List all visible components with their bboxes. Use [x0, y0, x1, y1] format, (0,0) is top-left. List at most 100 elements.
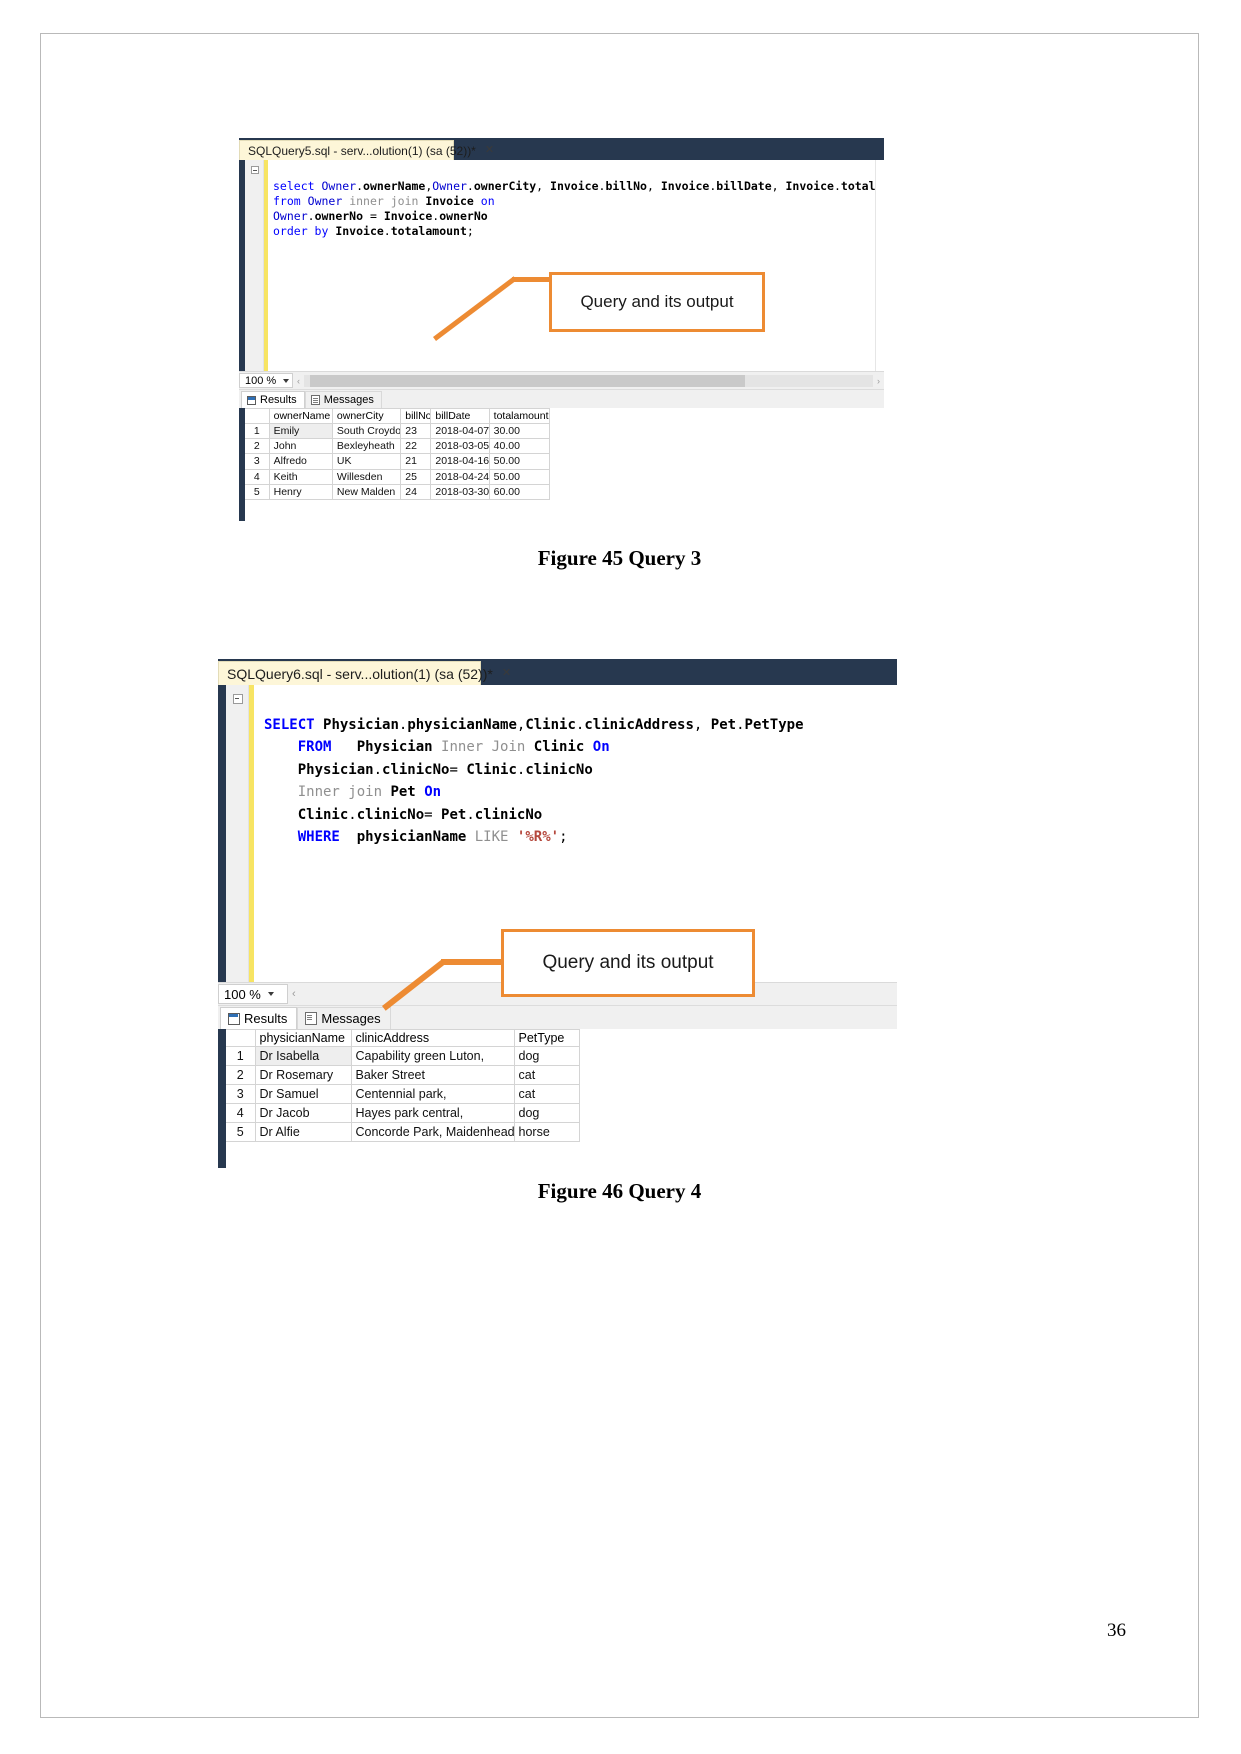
- chevron-down-icon[interactable]: [267, 992, 274, 996]
- editor-tab-sqlquery5[interactable]: SQLQuery5.sql - serv...olution(1) (sa (5…: [239, 140, 494, 160]
- horizontal-scrollbar-thumb[interactable]: [310, 374, 745, 387]
- cell-ownername[interactable]: Henry: [268, 483, 333, 501]
- table-row[interactable]: 4 Keith Willesden 25 2018-04-24 50.00: [245, 468, 551, 485]
- cell-billdate[interactable]: 2018-03-05: [430, 438, 490, 455]
- close-icon[interactable]: ✕: [485, 145, 494, 156]
- grid-col-billdate[interactable]: billDate: [430, 408, 490, 424]
- table-row[interactable]: 1 Emily South Croydon 23 2018-04-07 30.0…: [245, 422, 551, 440]
- cell-totalamount[interactable]: 50.00: [488, 468, 551, 485]
- cell-clinicaddress[interactable]: Hayes park central,: [350, 1103, 515, 1123]
- callout-box-query3: Query and its output: [549, 272, 765, 332]
- editor-tab-sqlquery6[interactable]: SQLQuery6.sql - serv...olution(1) (sa (5…: [218, 661, 511, 685]
- figure-45-caption: Figure 45 Query 3: [41, 546, 1198, 571]
- zoom-level-dropdown[interactable]: 100 %: [239, 373, 293, 388]
- cell-ownername[interactable]: Keith: [268, 468, 333, 485]
- cell-billno[interactable]: 22: [400, 438, 432, 455]
- grid-col-physicianname[interactable]: physicianName: [254, 1029, 352, 1047]
- cell-clinicaddress[interactable]: Capability green Luton,: [350, 1046, 515, 1066]
- grid-col-ownercity[interactable]: ownerCity: [331, 408, 402, 424]
- cell-ownercity[interactable]: South Croydon: [331, 422, 402, 440]
- cell-totalamount[interactable]: 60.00: [488, 483, 551, 501]
- results-left-margin: [218, 1029, 226, 1142]
- callout-leader-line-query4-b: [441, 959, 503, 965]
- scroll-right-icon[interactable]: ›: [873, 376, 884, 386]
- cell-billno[interactable]: 21: [400, 453, 432, 470]
- editor-status-strip: 100 % ‹ ›: [239, 371, 884, 389]
- collapse-outline-icon[interactable]: [251, 166, 259, 174]
- table-row[interactable]: 5 Henry New Malden 24 2018-03-30 60.00: [245, 483, 551, 501]
- tab-results[interactable]: Results: [241, 391, 305, 408]
- tab-messages[interactable]: Messages: [304, 391, 382, 408]
- editor-gutter: [226, 685, 249, 982]
- cell-physicianname[interactable]: Dr Samuel: [254, 1084, 352, 1104]
- cell-ownername[interactable]: Alfredo: [268, 453, 333, 470]
- grid-col-pettype[interactable]: PetType: [513, 1029, 580, 1047]
- collapse-outline-icon[interactable]: [233, 694, 243, 704]
- cell-pettype[interactable]: dog: [513, 1103, 580, 1123]
- cell-ownercity[interactable]: UK: [331, 453, 402, 470]
- row-number: 3: [245, 453, 270, 470]
- zoom-level-dropdown[interactable]: 100 %: [218, 984, 288, 1004]
- grid-col-clinicaddress[interactable]: clinicAddress: [350, 1029, 515, 1047]
- results-grid-query3[interactable]: ownerName ownerCity billNo billDate tota…: [245, 408, 551, 501]
- cell-billno[interactable]: 24: [400, 483, 432, 501]
- table-row[interactable]: 2 John Bexleyheath 22 2018-03-05 40.00: [245, 438, 551, 455]
- results-bottom-margin: [239, 500, 245, 521]
- grid-col-ownername[interactable]: ownerName: [268, 408, 333, 424]
- tab-results-label: Results: [260, 394, 297, 406]
- cell-ownername[interactable]: John: [268, 438, 333, 455]
- table-row[interactable]: 5 Dr Alfie Concorde Park, Maidenhead, ho…: [226, 1122, 580, 1142]
- table-row[interactable]: 3 Dr Samuel Centennial park, cat: [226, 1084, 580, 1104]
- messages-icon: [310, 395, 320, 405]
- grid-col-billno[interactable]: billNo: [400, 408, 432, 424]
- cell-billdate[interactable]: 2018-04-16: [430, 453, 490, 470]
- cell-clinicaddress[interactable]: Baker Street: [350, 1065, 515, 1085]
- grid-col-totalamount[interactable]: totalamount: [488, 408, 551, 424]
- cell-physicianname[interactable]: Dr Jacob: [254, 1103, 352, 1123]
- scroll-left-icon[interactable]: ‹: [288, 988, 300, 1000]
- results-grid-query4[interactable]: physicianName clinicAddress PetType 1 Dr…: [226, 1029, 580, 1142]
- cell-physicianname[interactable]: Dr Rosemary: [254, 1065, 352, 1085]
- cell-pettype[interactable]: cat: [513, 1065, 580, 1085]
- cell-totalamount[interactable]: 50.00: [488, 453, 551, 470]
- tab-results[interactable]: Results: [220, 1007, 298, 1029]
- cell-billdate[interactable]: 2018-03-30: [430, 483, 490, 501]
- table-row[interactable]: 1 Dr Isabella Capability green Luton, do…: [226, 1046, 580, 1066]
- cell-clinicaddress[interactable]: Concorde Park, Maidenhead,: [350, 1122, 515, 1142]
- row-number: 5: [226, 1122, 256, 1142]
- cell-clinicaddress[interactable]: Centennial park,: [350, 1084, 515, 1104]
- sql-code-query3[interactable]: select Owner.ownerName,Owner.ownerCity, …: [268, 160, 875, 371]
- cell-physicianname[interactable]: Dr Isabella: [254, 1046, 352, 1066]
- row-number: 2: [245, 438, 270, 455]
- cell-billno[interactable]: 23: [400, 422, 432, 440]
- callout-text: Query and its output: [580, 292, 734, 311]
- cell-billdate[interactable]: 2018-04-24: [430, 468, 490, 485]
- chevron-down-icon[interactable]: [283, 378, 290, 383]
- cell-totalamount[interactable]: 40.00: [488, 438, 551, 455]
- table-row[interactable]: 3 Alfredo UK 21 2018-04-16 50.00: [245, 453, 551, 470]
- cell-totalamount[interactable]: 30.00: [488, 422, 551, 440]
- cell-ownercity[interactable]: Bexleyheath: [331, 438, 402, 455]
- table-row[interactable]: 4 Dr Jacob Hayes park central, dog: [226, 1103, 580, 1123]
- close-icon[interactable]: ✕: [502, 668, 511, 679]
- cell-pettype[interactable]: horse: [513, 1122, 580, 1142]
- tab-messages[interactable]: Messages: [297, 1007, 391, 1029]
- scroll-left-icon[interactable]: ‹: [293, 376, 304, 386]
- table-row[interactable]: 2 Dr Rosemary Baker Street cat: [226, 1065, 580, 1085]
- zoom-level-value: 100 %: [224, 986, 261, 1002]
- cell-ownername[interactable]: Emily: [268, 422, 333, 440]
- cell-billdate[interactable]: 2018-04-07: [430, 422, 490, 440]
- cell-pettype[interactable]: cat: [513, 1084, 580, 1104]
- cell-ownercity[interactable]: New Malden: [331, 483, 402, 501]
- results-tabstrip: Results Messages: [239, 389, 884, 408]
- code-editor-area[interactable]: select Owner.ownerName,Owner.ownerCity, …: [239, 160, 884, 371]
- cell-pettype[interactable]: dog: [513, 1046, 580, 1066]
- row-number: 3: [226, 1084, 256, 1104]
- editor-vertical-scrollbar[interactable]: [875, 160, 884, 371]
- grid-header-row: ownerName ownerCity billNo billDate tota…: [245, 408, 551, 424]
- cell-ownercity[interactable]: Willesden: [331, 468, 402, 485]
- cell-billno[interactable]: 25: [400, 468, 432, 485]
- horizontal-scrollbar[interactable]: [304, 374, 873, 387]
- row-number: 1: [226, 1046, 256, 1066]
- cell-physicianname[interactable]: Dr Alfie: [254, 1122, 352, 1142]
